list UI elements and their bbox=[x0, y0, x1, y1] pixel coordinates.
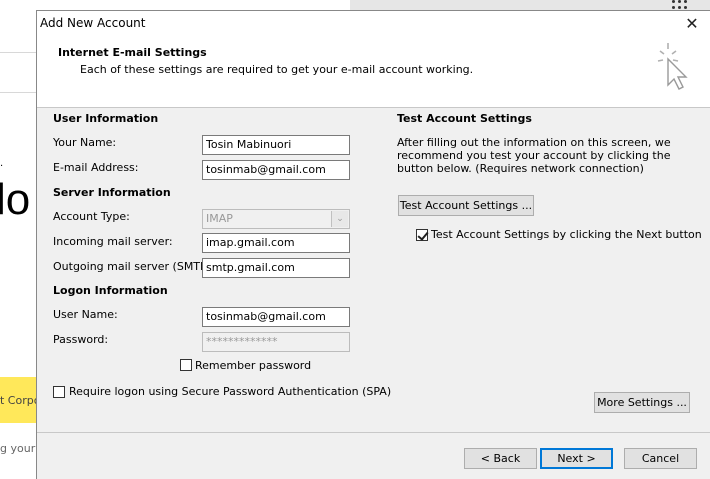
cursor-sparkle-icon bbox=[657, 43, 688, 90]
test-account-settings-button[interactable]: Test Account Settings ... bbox=[398, 195, 534, 216]
background-divider bbox=[0, 92, 37, 93]
test-settings-description: After filling out the information on thi… bbox=[397, 136, 671, 175]
user-info-heading: User Information bbox=[53, 112, 159, 125]
dialog-header: Internet E-mail Settings Each of these s… bbox=[37, 37, 710, 108]
account-type-label: Account Type: bbox=[53, 210, 130, 223]
password-input[interactable]: ************* bbox=[202, 332, 350, 352]
background-banner-text: t Corpo bbox=[0, 394, 37, 407]
next-button[interactable]: Next > bbox=[540, 448, 613, 469]
incoming-server-input[interactable]: imap.gmail.com bbox=[202, 233, 350, 253]
dialog-title: Add New Account bbox=[40, 16, 146, 30]
cancel-button[interactable]: Cancel bbox=[624, 448, 697, 469]
background-divider bbox=[0, 52, 37, 53]
auto-test-checkbox[interactable] bbox=[416, 229, 428, 241]
background-gray-text: g your p bbox=[0, 442, 37, 455]
auto-test-label: Test Account Settings by clicking the Ne… bbox=[431, 228, 702, 241]
outgoing-server-input[interactable]: smtp.gmail.com bbox=[202, 258, 350, 278]
test-settings-heading: Test Account Settings bbox=[397, 112, 532, 125]
dialog-titlebar: Add New Account ✕ bbox=[37, 11, 710, 37]
user-name-label: User Name: bbox=[53, 308, 118, 321]
spa-label: Require logon using Secure Password Auth… bbox=[69, 385, 392, 398]
background-yellow-banner: t Corpo bbox=[0, 377, 37, 423]
incoming-server-label: Incoming mail server: bbox=[53, 235, 173, 248]
remember-password-checkbox[interactable] bbox=[180, 359, 192, 371]
spa-checkbox[interactable] bbox=[53, 386, 65, 398]
background-dot: . bbox=[0, 158, 4, 169]
server-info-heading: Server Information bbox=[53, 186, 171, 199]
remember-password-label: Remember password bbox=[195, 359, 312, 372]
logon-info-heading: Logon Information bbox=[53, 284, 168, 297]
add-account-dialog: Add New Account ✕ Internet E-mail Settin… bbox=[36, 10, 710, 479]
your-name-label: Your Name: bbox=[53, 136, 117, 149]
header-subtitle: Each of these settings are required to g… bbox=[80, 63, 474, 76]
email-address-label: E-mail Address: bbox=[53, 161, 139, 174]
outgoing-server-label: Outgoing mail server (SMTP): bbox=[53, 260, 215, 273]
account-type-select: IMAP ⌄ bbox=[202, 209, 350, 229]
header-title: Internet E-mail Settings bbox=[58, 46, 207, 59]
account-type-value: IMAP bbox=[206, 212, 233, 225]
more-settings-button[interactable]: More Settings ... bbox=[594, 392, 690, 413]
email-address-input[interactable]: tosinmab@gmail.com bbox=[202, 160, 350, 180]
footer-divider bbox=[37, 432, 710, 433]
close-button[interactable]: ✕ bbox=[682, 14, 702, 34]
password-label: Password: bbox=[53, 333, 109, 346]
user-name-input[interactable]: tosinmab@gmail.com bbox=[202, 307, 350, 327]
your-name-input[interactable]: Tosin Mabinuori bbox=[202, 135, 350, 155]
back-button[interactable]: < Back bbox=[464, 448, 537, 469]
background-large-text: lo bbox=[0, 175, 31, 224]
chevron-down-icon: ⌄ bbox=[331, 211, 348, 227]
